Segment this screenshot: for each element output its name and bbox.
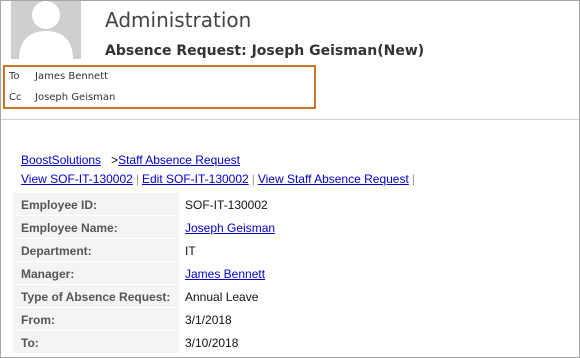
avatar (11, 1, 81, 59)
table-row: Employee ID: SOF-IT-130002 (13, 193, 579, 216)
absence-type-value: Annual Leave (185, 290, 259, 304)
manager-label: Manager: (21, 267, 75, 281)
email-subject: Absence Request: Joseph Geisman(New) (105, 43, 425, 59)
view-list-link[interactable]: View Staff Absence Request (258, 172, 409, 186)
item-actions: View SOF-IT-130002 | Edit SOF-IT-130002 | Vi… (21, 172, 418, 186)
app-title: Administration (105, 8, 252, 32)
to-date-value: 3/10/2018 (185, 336, 239, 350)
breadcrumb-site-link[interactable]: BoostSolutions (21, 153, 101, 167)
manager-value: James Bennett (185, 267, 266, 281)
action-divider: | (251, 172, 255, 186)
employee-name-value: Joseph Geisman (185, 221, 276, 235)
header-divider (1, 119, 579, 120)
table-row: From: 3/1/2018 (13, 308, 579, 331)
breadcrumb-list-link[interactable]: Staff Absence Request (118, 153, 240, 167)
employee-name-label: Employee Name: (21, 221, 118, 235)
to-recipient[interactable]: James Bennett (35, 71, 108, 82)
employee-id-value: SOF-IT-130002 (185, 198, 268, 212)
to-date-label: To: (21, 336, 39, 350)
cc-label: Cc (9, 92, 22, 103)
value-cell (179, 331, 579, 353)
breadcrumb: BoostSolutions >Staff Absence Request (21, 153, 240, 167)
table-row: Manager: James Bennett (13, 262, 579, 285)
table-row: Department: IT (13, 239, 579, 262)
person-silhouette-icon (11, 1, 81, 59)
table-row: To: 3/10/2018 (13, 331, 579, 354)
department-label: Department: (21, 244, 92, 258)
table-row: Employee Name: Joseph Geisman (13, 216, 579, 239)
email-window: Administration Absence Request: Joseph G… (0, 0, 580, 358)
item-details-table: Employee ID: SOF-IT-130002 Employee Name… (13, 193, 579, 354)
from-date-value: 3/1/2018 (185, 313, 232, 327)
value-cell (179, 239, 579, 261)
value-cell (179, 308, 579, 330)
from-date-label: From: (21, 313, 55, 327)
view-item-link[interactable]: View SOF-IT-130002 (21, 172, 133, 186)
absence-type-label: Type of Absence Request: (21, 290, 171, 304)
department-value: IT (185, 244, 196, 258)
recipients-box: To James Bennett Cc Joseph Geisman (3, 65, 316, 109)
action-divider: | (411, 172, 415, 186)
employee-name-link[interactable]: Joseph Geisman (185, 221, 275, 235)
manager-link[interactable]: James Bennett (185, 267, 265, 281)
action-divider: | (135, 172, 139, 186)
cc-recipient[interactable]: Joseph Geisman (35, 92, 115, 103)
edit-item-link[interactable]: Edit SOF-IT-130002 (142, 172, 249, 186)
to-label: To (9, 71, 20, 82)
table-row: Type of Absence Request: Annual Leave (13, 285, 579, 308)
employee-id-label: Employee ID: (21, 198, 98, 212)
